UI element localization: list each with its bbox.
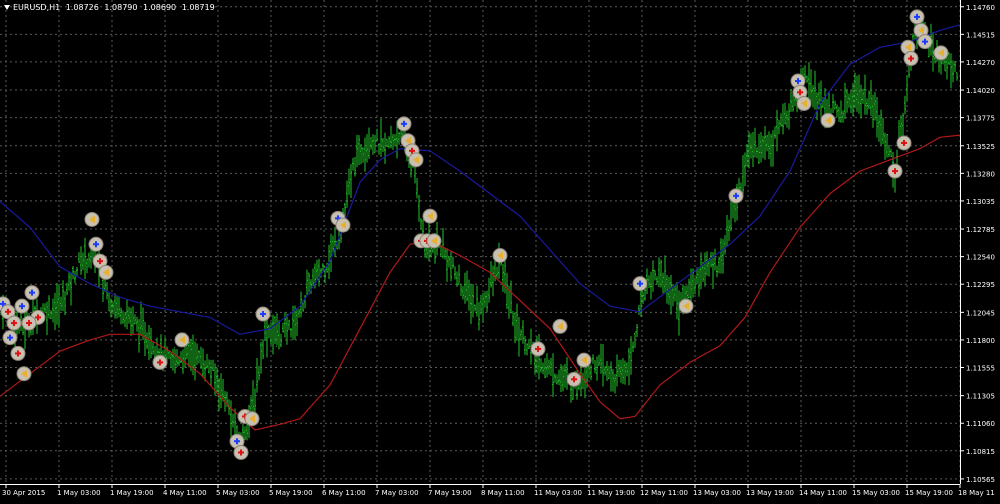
signal-neutral-marker <box>678 298 694 314</box>
time-tick-label: 5 May 19:00 <box>269 489 313 497</box>
signal-sell-marker <box>21 315 37 331</box>
signal-sell-marker <box>152 354 168 370</box>
time-tick-label: 7 May 19:00 <box>428 489 472 497</box>
time-tick-label: 8 May 11:00 <box>481 489 525 497</box>
high-value: 1.08790 <box>104 3 138 12</box>
price-tick-label: 1.14515 <box>966 31 995 39</box>
price-tick-label: 1.10815 <box>966 448 995 456</box>
signal-neutral-marker <box>576 352 592 368</box>
signal-sell-marker <box>896 135 912 151</box>
price-tick-label: 1.11305 <box>966 393 995 401</box>
price-axis-canvas: 1.14760 1.14515 1.14270 1.14020 1.13775 1.135… <box>960 0 995 484</box>
signal-sell-marker <box>566 371 582 387</box>
price-tick-label: 1.11800 <box>966 337 995 345</box>
signal-neutral-marker <box>84 211 100 227</box>
time-tick-label: 30 Apr 2015 <box>2 489 45 497</box>
signal-buy-marker <box>2 330 18 346</box>
time-tick-label: 11 May 19:00 <box>587 489 635 497</box>
time-tick-label: 5 May 03:00 <box>216 489 260 497</box>
signal-buy-marker <box>728 188 744 204</box>
signal-neutral-marker <box>335 217 351 233</box>
price-tick-label: 1.12045 <box>966 309 995 317</box>
signal-neutral-marker <box>426 233 442 249</box>
signal-buy-marker <box>909 9 925 25</box>
signal-neutral-marker <box>174 332 190 348</box>
signal-buy-marker <box>24 285 40 301</box>
time-tick-label: 1 May 03:00 <box>57 489 101 497</box>
signal-neutral-marker <box>933 45 949 61</box>
time-tick-label: 15 May 03:00 <box>852 489 900 497</box>
signal-neutral-marker <box>98 264 114 280</box>
time-axis[interactable]: 30 Apr 2015 1 May 03:00 1 May 19:00 4 May 1… <box>0 484 1000 500</box>
signal-buy-marker <box>632 276 648 292</box>
signal-neutral-marker <box>492 248 508 264</box>
signal-neutral-marker <box>408 152 424 168</box>
price-tick-label: 1.12785 <box>966 226 995 234</box>
time-tick-label: 12 May 11:00 <box>640 489 688 497</box>
chart-header: EURUSD,H1 1.08726 1.08790 1.08690 1.0871… <box>4 3 218 12</box>
signal-buy-marker <box>396 116 412 132</box>
signal-neutral-marker <box>422 208 438 224</box>
signal-neutral-marker <box>820 112 836 128</box>
price-tick-label: 1.11060 <box>966 420 995 428</box>
signal-neutral-marker <box>16 366 32 382</box>
time-tick-label: 11 May 03:00 <box>534 489 582 497</box>
signal-sell-marker <box>6 315 22 331</box>
signal-buy-marker <box>917 34 933 50</box>
price-tick-label: 1.13035 <box>966 198 995 206</box>
low-value: 1.08690 <box>143 3 177 12</box>
price-tick-label: 1.14760 <box>966 4 995 12</box>
series-line-slow <box>0 134 961 431</box>
signal-neutral-marker <box>552 318 568 334</box>
price-tick-label: 1.13775 <box>966 115 995 123</box>
time-tick-label: 4 May 11:00 <box>163 489 207 497</box>
time-tick-label: 6 May 11:00 <box>322 489 366 497</box>
price-tick-label: 1.13525 <box>966 143 995 151</box>
time-tick-label: 18 May 11 <box>958 489 995 497</box>
price-chart[interactable] <box>0 0 961 484</box>
signal-buy-marker <box>14 298 30 314</box>
time-tick-label: 15 May 19:00 <box>905 489 953 497</box>
signal-sell-marker <box>10 345 26 361</box>
signal-sell-marker <box>233 444 249 460</box>
price-tick-label: 1.14270 <box>966 59 995 67</box>
signal-neutral-marker <box>244 411 260 427</box>
price-tick-label: 1.11555 <box>966 365 995 373</box>
signal-buy-marker <box>255 306 271 322</box>
signal-sell-marker <box>887 163 903 179</box>
price-tick-label: 1.12540 <box>966 254 995 262</box>
series-line-fast <box>0 24 961 335</box>
close-value: 1.08719 <box>181 3 215 12</box>
time-axis-canvas: 30 Apr 2015 1 May 03:00 1 May 19:00 4 May 1… <box>0 484 995 497</box>
time-tick-label: 7 May 03:00 <box>375 489 419 497</box>
signal-neutral-marker <box>796 96 812 112</box>
price-bars <box>0 13 958 460</box>
symbol-label: EURUSD,H1 <box>13 3 61 12</box>
chart-canvas[interactable] <box>0 0 961 484</box>
price-tick-label: 1.13280 <box>966 170 995 178</box>
dropdown-triangle-icon[interactable] <box>4 5 10 10</box>
price-tick-label: 1.12295 <box>966 281 995 289</box>
price-tick-label: 1.10565 <box>966 476 995 484</box>
signal-sell-marker <box>903 51 919 67</box>
price-tick-label: 1.14020 <box>966 87 995 95</box>
price-axis[interactable]: 1.14760 1.14515 1.14270 1.14020 1.13775 1.135… <box>960 0 1000 484</box>
signal-sell-marker <box>530 341 546 357</box>
time-tick-label: 14 May 11:00 <box>799 489 847 497</box>
open-value: 1.08726 <box>65 3 99 12</box>
time-tick-label: 13 May 19:00 <box>746 489 794 497</box>
time-tick-label: 1 May 19:00 <box>110 489 154 497</box>
signal-buy-marker <box>88 236 104 252</box>
time-tick-label: 13 May 03:00 <box>693 489 741 497</box>
